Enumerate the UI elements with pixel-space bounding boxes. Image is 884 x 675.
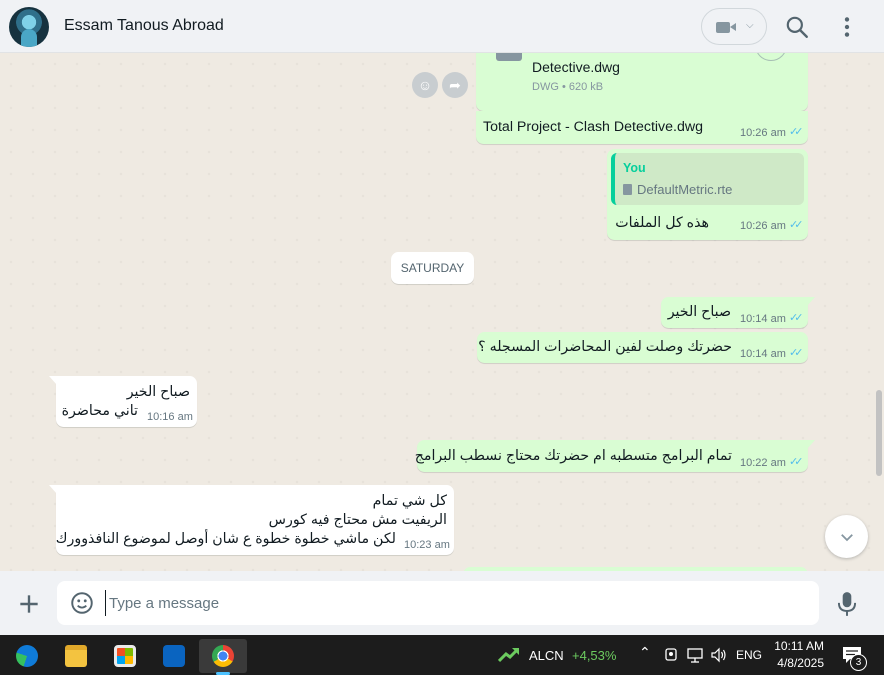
- stock-symbol[interactable]: ALCN: [529, 648, 564, 663]
- windows-taskbar: ALCN +4,53% ⌃ ENG 10:11 AM 4/8/2025 3: [0, 635, 884, 675]
- file-explorer-button[interactable]: [52, 639, 100, 673]
- store-icon: [114, 645, 136, 667]
- menu-icon[interactable]: [834, 14, 860, 40]
- microsoft-store-button[interactable]: [101, 639, 149, 673]
- stock-up-arrow-icon: [498, 648, 519, 663]
- microphone-icon[interactable]: [834, 590, 860, 618]
- message-time: 10:14 am: [740, 313, 786, 325]
- chat-header: Essam Tanous Abroad ⌵: [0, 0, 884, 53]
- network-icon[interactable]: [686, 647, 704, 663]
- outgoing-message[interactable]: صباح الخير 10:14 am ✓✓: [661, 297, 815, 328]
- quote-author: You: [623, 161, 646, 175]
- message-text: صباح الخير: [126, 384, 190, 400]
- message-text: لكن ماشي خطوة خطوة ع شان أوصل لموضوع الن…: [55, 531, 396, 547]
- clock-date[interactable]: 4/8/2025: [774, 656, 824, 670]
- search-icon[interactable]: [784, 14, 810, 40]
- quote-file: DefaultMetric.rte: [623, 182, 732, 197]
- incoming-message[interactable]: كل شي تمام الريفيت مش محتاج فيه كورس لكن…: [49, 485, 454, 555]
- file-meta: DWG • 620 kB: [532, 81, 604, 93]
- video-camera-icon: [716, 22, 736, 33]
- chevron-down-icon: ⌵: [746, 20, 754, 31]
- language-indicator[interactable]: ENG: [736, 648, 762, 662]
- message-text: هذه كل الملفات: [615, 215, 709, 231]
- message-time: 10:16 am: [147, 411, 193, 423]
- quoted-message[interactable]: You DefaultMetric.rte: [611, 153, 804, 205]
- message-text: صباح الخير: [667, 304, 731, 320]
- chrome-button[interactable]: [199, 639, 247, 675]
- message-text: تمام البرامج متسطبه ام حضرتك محتاج نسطب …: [414, 448, 732, 464]
- message-text: تاني محاضرة: [61, 403, 138, 419]
- message-time: 10:26 am: [740, 127, 786, 139]
- contact-name[interactable]: Essam Tanous Abroad: [64, 17, 224, 35]
- volume-icon[interactable]: [710, 647, 728, 663]
- outgoing-message[interactable]: تمام البرامج متسطبه ام حضرتك محتاج نسطب …: [414, 440, 815, 472]
- edge-browser-button[interactable]: [3, 639, 51, 673]
- read-ticks-icon: ✓✓: [789, 456, 804, 468]
- file-caption: Total Project - Clash Detective.dwg: [483, 119, 703, 135]
- scroll-to-bottom-button[interactable]: [825, 515, 868, 558]
- download-icon[interactable]: [755, 53, 787, 61]
- outlook-button[interactable]: [150, 639, 198, 673]
- react-emoji-button[interactable]: ☺: [412, 72, 438, 98]
- read-ticks-icon: ✓✓: [789, 126, 804, 138]
- message-time: 10:14 am: [740, 348, 786, 360]
- message-time: 10:22 am: [740, 457, 786, 469]
- chrome-icon: [212, 645, 234, 667]
- message-input[interactable]: [105, 590, 805, 616]
- message-text: كل شي تمام: [372, 493, 447, 509]
- reply-message[interactable]: You DefaultMetric.rte هذه كل الملفات 10:…: [607, 149, 808, 240]
- composer-bar: [0, 571, 884, 635]
- clock-time[interactable]: 10:11 AM: [774, 639, 824, 653]
- attach-plus-icon[interactable]: [16, 591, 42, 617]
- chevron-down-icon: [840, 534, 853, 542]
- message-time: 10:23 am: [404, 539, 450, 551]
- message-composer: [57, 581, 819, 625]
- notification-badge: 3: [850, 654, 867, 671]
- file-message[interactable]: Detective.dwg DWG • 620 kB: [476, 53, 808, 111]
- file-caption-message[interactable]: Total Project - Clash Detective.dwg 10:2…: [476, 111, 808, 144]
- folder-icon: [65, 645, 87, 667]
- webcam-icon[interactable]: [662, 647, 680, 663]
- file-name: Detective.dwg: [532, 59, 620, 75]
- scrollbar[interactable]: [876, 390, 882, 476]
- document-icon: [496, 53, 522, 61]
- outgoing-message[interactable]: حضرتك وصلت لفين المحاضرات المسجله ؟ 10:1…: [477, 332, 808, 363]
- stock-change[interactable]: +4,53%: [572, 648, 616, 663]
- outlook-icon: [163, 645, 185, 667]
- chevron-up-icon[interactable]: ⌃: [639, 644, 651, 661]
- edge-icon: [16, 645, 38, 667]
- date-separator: SATURDAY: [391, 252, 474, 284]
- incoming-message[interactable]: صباح الخير تاني محاضرة 10:16 am: [49, 376, 197, 427]
- message-list[interactable]: ☺ ➦ Detective.dwg DWG • 620 kB Total Pro…: [0, 53, 884, 571]
- read-ticks-icon: ✓✓: [789, 347, 804, 359]
- sticker-emoji-icon[interactable]: [69, 590, 95, 616]
- message-text: حضرتك وصلت لفين المحاضرات المسجله ؟: [478, 339, 732, 355]
- read-ticks-icon: ✓✓: [789, 312, 804, 324]
- contact-avatar[interactable]: [9, 7, 49, 47]
- read-ticks-icon: ✓✓: [789, 219, 804, 231]
- message-text: الريفيت مش محتاج فيه كورس: [268, 512, 447, 528]
- document-icon: [623, 184, 632, 195]
- forward-button[interactable]: ➦: [442, 72, 468, 98]
- message-time: 10:26 am: [740, 220, 786, 232]
- video-call-button[interactable]: ⌵: [701, 8, 767, 45]
